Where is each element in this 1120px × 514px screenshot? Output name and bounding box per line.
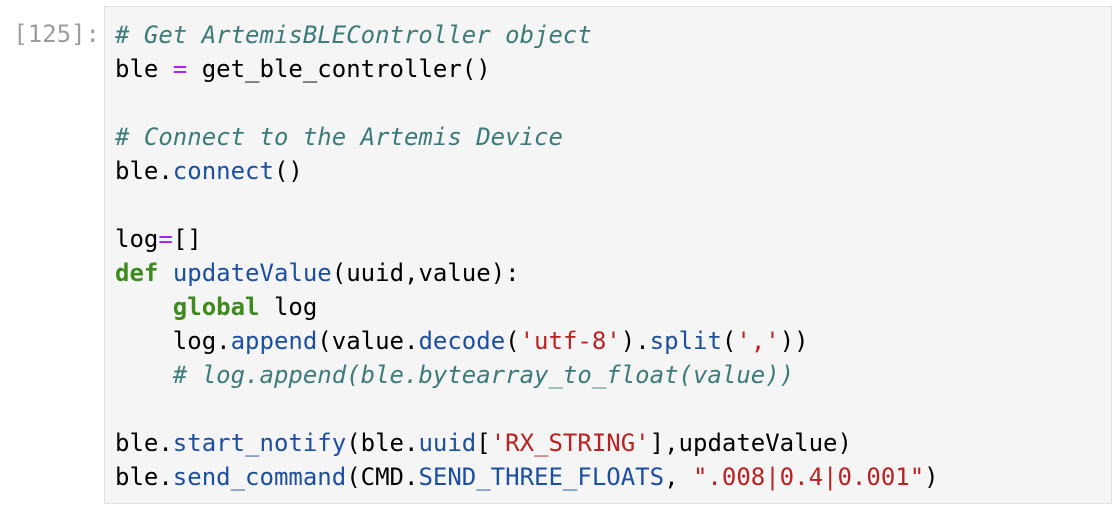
code-line-2: ble = get_ble_controller() [115, 52, 939, 86]
code-token: (ble. [346, 429, 419, 457]
function-name: append [230, 327, 318, 355]
notebook-code-cell: [125]: # Get ArtemisBLEController object… [0, 0, 1120, 514]
code-token: [] [172, 225, 202, 253]
code-text: # Get ArtemisBLEController object ble = g… [115, 18, 939, 494]
code-token: ble. [115, 429, 173, 457]
code-token: log [115, 225, 159, 253]
code-line-14: ble.send_command(CMD.SEND_THREE_FLOATS, … [115, 460, 939, 494]
comment: # Connect to the Artemis Device [115, 123, 563, 151]
operator: = [172, 55, 188, 83]
code-token: get_ble_controller() [187, 55, 491, 83]
comment: # Get ArtemisBLEController object [115, 21, 592, 49]
code-token: )) [779, 327, 809, 355]
attribute-name: uuid [418, 429, 477, 457]
execution-count-prompt: [125]: [13, 20, 100, 48]
string-literal: ".008|0.4|0.001" [692, 463, 925, 491]
string-literal: ',' [736, 327, 780, 355]
code-token: (value. [317, 327, 419, 355]
code-token: ( [721, 327, 737, 355]
code-token: ble [115, 55, 173, 83]
code-line-1: # Get ArtemisBLEController object [115, 18, 939, 52]
code-token: log. [172, 327, 231, 355]
comment: # log.append(ble.bytearray_to_float(valu… [172, 361, 795, 389]
code-line-11: # log.append(ble.bytearray_to_float(valu… [115, 358, 939, 392]
code-token: (uuid,value): [331, 259, 520, 287]
code-line-7: log=[] [115, 222, 939, 256]
function-name: updateValue [172, 259, 332, 287]
string-literal: 'utf-8' [519, 327, 621, 355]
code-line-13: ble.start_notify(ble.uuid['RX_STRING'],u… [115, 426, 939, 460]
code-line-10: log.append(value.decode('utf-8').split('… [115, 324, 939, 358]
function-name: decode [418, 327, 506, 355]
function-name: start_notify [172, 429, 347, 457]
keyword: def [115, 259, 159, 287]
code-token: () [273, 157, 303, 185]
code-line-5: ble.connect() [115, 154, 939, 188]
code-token: ],updateValue) [649, 429, 852, 457]
function-name: connect [172, 157, 274, 185]
code-token: ). [620, 327, 650, 355]
code-line-9: global log [115, 290, 939, 324]
code-token: ) [924, 463, 939, 491]
string-literal: 'RX_STRING' [490, 429, 650, 457]
function-name: send_command [172, 463, 347, 491]
code-token: [ [476, 429, 491, 457]
attribute-name: SEND_THREE_FLOATS [418, 463, 665, 491]
code-line-4: # Connect to the Artemis Device [115, 120, 939, 154]
operator: = [158, 225, 173, 253]
code-token: ble. [115, 463, 173, 491]
code-token: (CMD. [346, 463, 419, 491]
code-token: ( [505, 327, 520, 355]
code-editor[interactable]: # Get ArtemisBLEController object ble = g… [104, 6, 1112, 504]
function-name: split [649, 327, 722, 355]
code-token: ble. [115, 157, 173, 185]
code-token: log [259, 293, 318, 321]
code-token: , [664, 463, 693, 491]
keyword: global [172, 293, 260, 321]
code-line-8: def updateValue(uuid,value): [115, 256, 939, 290]
